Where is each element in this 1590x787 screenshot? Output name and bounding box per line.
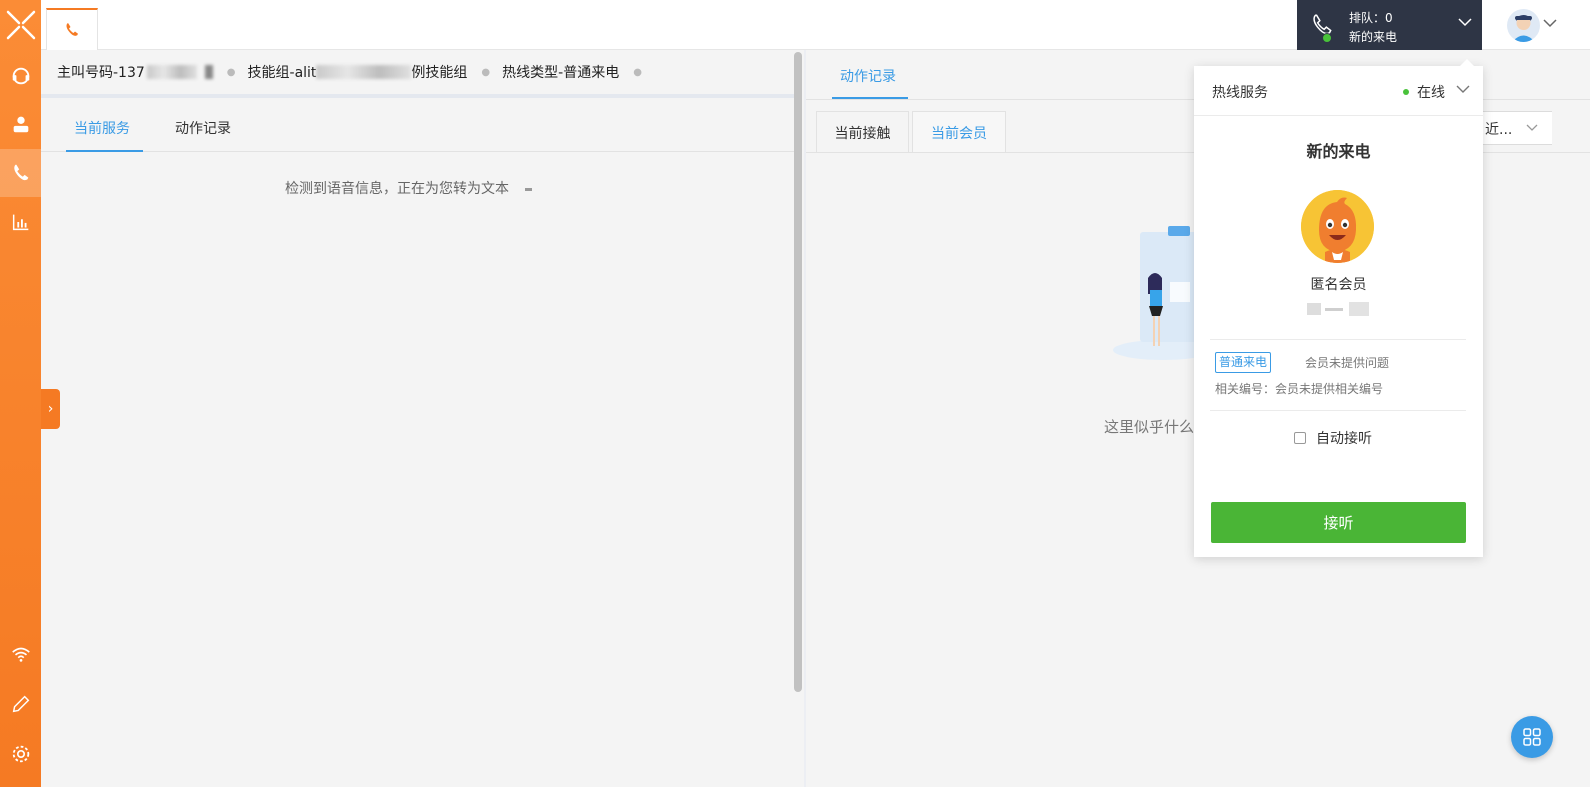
popup-title: 新的来电 — [1306, 142, 1371, 161]
member-avatar — [1301, 190, 1374, 263]
phone-icon — [66, 23, 78, 36]
avatar[interactable] — [1507, 9, 1540, 42]
voice-message-text: 检测到语音信息，正在为您转为文本 — [285, 181, 509, 197]
chevron-down-icon[interactable] — [1543, 18, 1557, 28]
empty-state-text: 这里似乎什么 — [1104, 418, 1195, 436]
call-type-badge: 普通来电 — [1215, 352, 1272, 373]
checkbox-box[interactable] — [1294, 432, 1306, 444]
tab-action-log[interactable]: 动作记录 — [840, 66, 896, 86]
chevron-down-icon — [1526, 124, 1538, 131]
member-name: 匿名会员 — [1310, 277, 1367, 293]
call-info-bar: 主叫号码-137 ● 技能组-alit 例技能组 ● 热线类型-普通来电 ● — [41, 50, 797, 98]
tab-underline — [832, 97, 908, 99]
agent-status-select[interactable]: 在线 — [1403, 82, 1445, 102]
online-dot — [1322, 33, 1332, 43]
select-value: 近... — [1485, 122, 1513, 138]
incoming-call-popup: 热线服务 在线 新的来电 匿名会员 普通来电 会员未提供问题 相关编号：会员未提… — [1194, 59, 1483, 557]
separator-dot: ● — [633, 66, 642, 78]
hotline-type: 热线类型-普通来电 — [502, 62, 619, 82]
masked-phone-number — [1307, 302, 1369, 316]
masked-text — [316, 65, 412, 79]
tab-current-contact[interactable]: 当前接触 — [816, 111, 909, 153]
chevron-down-icon — [1458, 18, 1472, 27]
skill-group-suffix: 例技能组 — [411, 65, 468, 81]
pencil-icon[interactable] — [0, 680, 41, 728]
headset-icon[interactable] — [0, 52, 41, 100]
chevron-down-icon[interactable] — [1456, 84, 1470, 94]
left-sidebar — [0, 0, 41, 787]
left-tabs: 当前服务 动作记录 — [41, 102, 797, 152]
popup-caret — [1460, 59, 1474, 66]
answer-button[interactable]: 接听 — [1211, 502, 1466, 543]
grid-icon — [1523, 728, 1541, 746]
tab-current-member[interactable]: 当前会员 — [912, 111, 1006, 153]
status-label: 在线 — [1417, 85, 1445, 101]
incoming-call-label: 新的来电 — [1349, 30, 1398, 44]
divider-line — [1210, 339, 1466, 340]
masked-text — [146, 65, 197, 79]
chart-icon[interactable] — [0, 198, 41, 246]
voice-transcribe-message: 检测到语音信息，正在为您转为文本 — [285, 178, 533, 198]
queue-status-button[interactable]: 排队：0 新的来电 — [1297, 0, 1482, 50]
separator-dot: ● — [481, 66, 491, 78]
panel-divider[interactable] — [804, 50, 806, 787]
user-list-icon[interactable] — [0, 100, 41, 148]
tab-phone[interactable] — [46, 8, 98, 50]
expand-panel-button[interactable]: › — [41, 389, 60, 429]
caller-number-label: 主叫号码-137 — [57, 65, 145, 81]
tab-action-log[interactable]: 动作记录 — [175, 118, 231, 138]
apps-grid-button[interactable] — [1511, 716, 1553, 758]
gear-icon[interactable] — [0, 730, 41, 778]
app-logo-icon[interactable] — [0, 0, 41, 50]
issue-text: 会员未提供问题 — [1305, 356, 1390, 370]
queue-count: 排队：0 — [1349, 11, 1393, 25]
masked-text — [204, 65, 213, 79]
auto-answer-label: 自动接听 — [1316, 431, 1372, 447]
skill-group-label: 技能组-alit — [247, 65, 317, 81]
online-dot — [1403, 89, 1409, 95]
wifi-icon[interactable] — [0, 630, 41, 678]
phone-icon[interactable] — [0, 149, 41, 197]
top-bar: 排队：0 新的来电 — [41, 0, 1590, 50]
time-range-select[interactable]: 近... — [1480, 111, 1552, 145]
skill-group: 技能组-alit 例技能组 — [247, 62, 468, 82]
separator-dot: ● — [226, 66, 236, 78]
tab-current-service[interactable]: 当前服务 — [74, 118, 130, 138]
service-label: 热线服务 — [1212, 85, 1268, 101]
divider-line — [1210, 410, 1466, 411]
hotline-type-label: 热线类型-普通来电 — [502, 65, 620, 81]
caller-number: 主叫号码-137 — [57, 62, 213, 82]
tab-underline — [66, 150, 143, 152]
loading-indicator — [525, 187, 533, 191]
auto-answer-checkbox[interactable]: 自动接听 — [1294, 428, 1372, 448]
scrollbar[interactable] — [794, 52, 802, 692]
related-number-text: 相关编号：会员未提供相关编号 — [1215, 382, 1384, 396]
empty-state-illustration — [1113, 226, 1198, 360]
popup-header: 热线服务 在线 — [1194, 66, 1483, 116]
